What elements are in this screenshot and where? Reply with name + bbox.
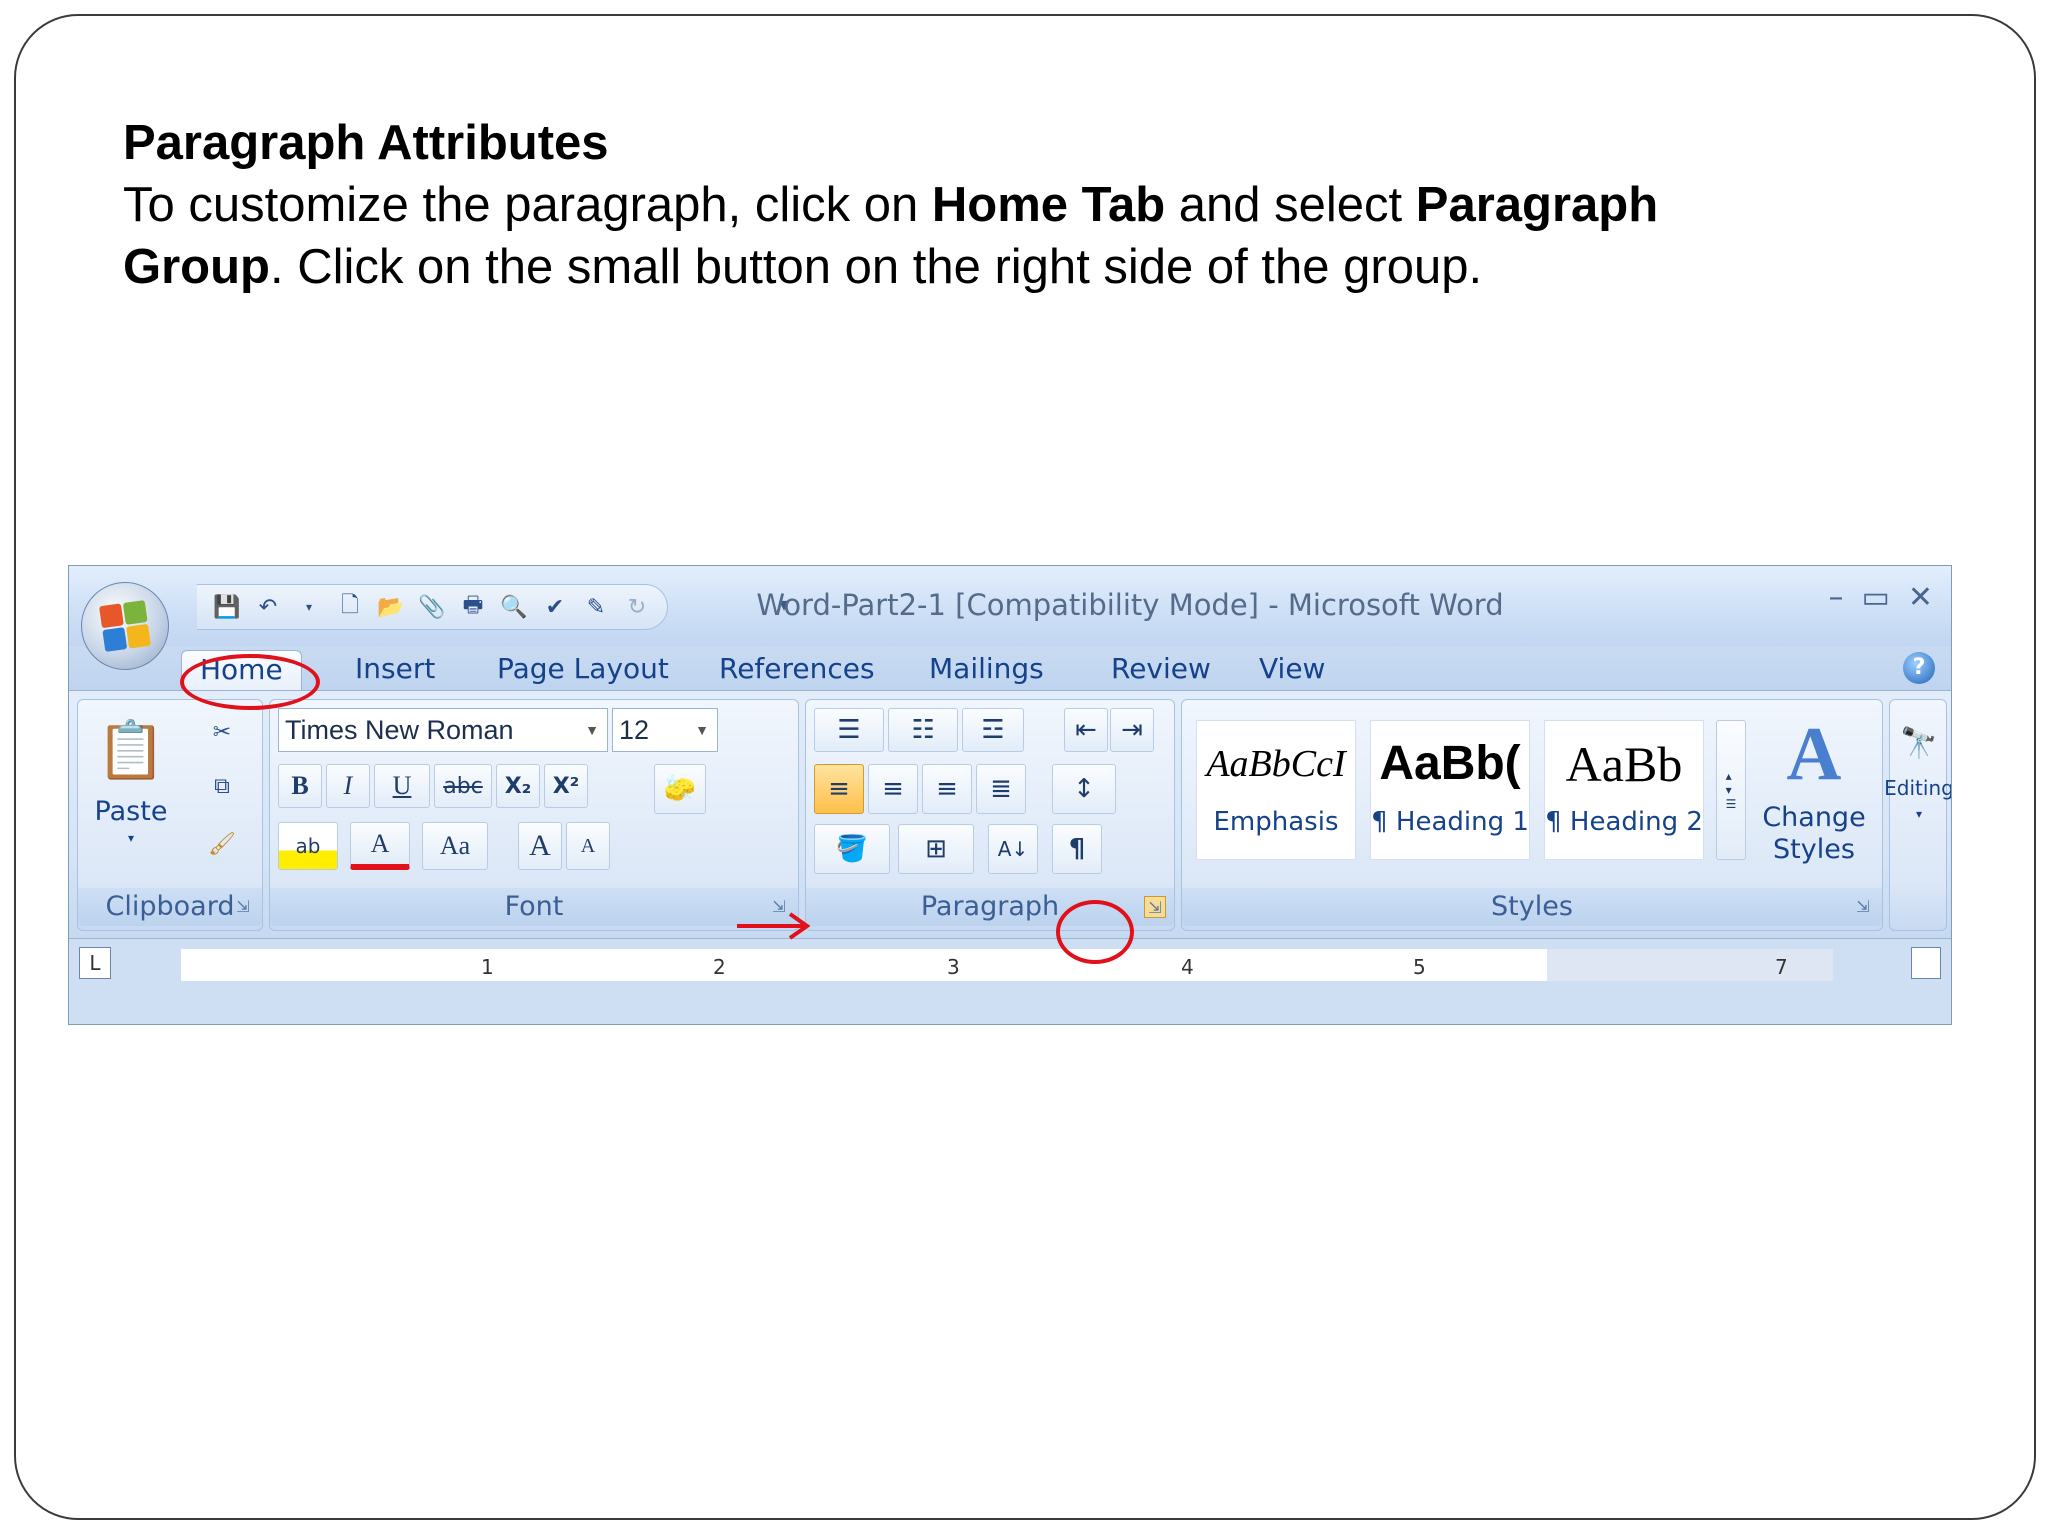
slide-heading: Paragraph Attributes	[123, 116, 609, 170]
font-group: Times New Roman ▼ 12 ▼ B I U abc X₂ X² 🧽 a…	[269, 699, 799, 931]
editing-group: 🔭 Editing ▾	[1884, 699, 1951, 931]
view-ruler-icon[interactable]	[1911, 947, 1941, 979]
strikethrough-button[interactable]: abc	[434, 764, 492, 808]
word-window-screenshot: 💾 ↶ ▾ 🗋 📂 📎 🖶 🔍 ✔ ✎ ↻ ▾ Word-Part2-1 [Co…	[68, 565, 1952, 1025]
instruction-line-1: To customize the paragraph, click on Hom…	[123, 178, 1659, 232]
launcher-highlight	[1056, 900, 1134, 964]
increase-indent-icon[interactable]: ⇥	[1110, 708, 1154, 752]
borders-icon[interactable]: ⊞	[898, 824, 974, 874]
instruction-line-2: Group. Click on the small button on the …	[123, 240, 1483, 294]
find-icon: 🔭	[1900, 726, 1938, 761]
clear-formatting-icon[interactable]: 🧽	[654, 764, 706, 814]
tab-insert[interactable]: Insert	[345, 652, 445, 685]
ribbon: 📋 Paste ▾ ✂ ⧉ 🖌 Clipboard ⇲ Times New Ro…	[69, 690, 1951, 938]
styles-dialog-launcher-icon[interactable]: ⇲	[1852, 896, 1874, 918]
paragraph-group: ☰ ☷ ☲ ⇤ ⇥ ≡ ≡ ≡ ≣ ↕ 🪣 ⊞ A↓ ¶ Paragraph ⇲	[805, 699, 1175, 931]
tab-page-layout[interactable]: Page Layout	[487, 652, 679, 685]
font-color-icon[interactable]: A	[350, 822, 410, 870]
tab-mailings[interactable]: Mailings	[919, 652, 1054, 685]
decrease-indent-icon[interactable]: ⇤	[1064, 708, 1108, 752]
shrink-font-button[interactable]: A	[566, 822, 610, 870]
change-case-button[interactable]: Aa	[422, 822, 488, 870]
superscript-button[interactable]: X²	[544, 764, 588, 808]
home-tab-highlight	[180, 654, 320, 710]
tab-view[interactable]: View	[1249, 652, 1335, 685]
align-right-icon[interactable]: ≡	[922, 764, 972, 814]
tab-review[interactable]: Review	[1101, 652, 1221, 685]
office-logo-icon	[99, 600, 151, 652]
chevron-down-icon: ▼	[585, 722, 599, 738]
close-icon[interactable]: ✕	[1908, 580, 1933, 615]
office-button[interactable]	[81, 582, 169, 670]
style-heading-1[interactable]: AaBb( ¶ Heading 1	[1370, 720, 1530, 860]
instruction-text: Paragraph Attributes To customize the pa…	[123, 112, 1923, 298]
ruler-margin: 7	[1547, 949, 1833, 981]
minimize-icon[interactable]: –	[1829, 580, 1844, 615]
show-formatting-marks-icon[interactable]: ¶	[1052, 824, 1102, 874]
shading-icon[interactable]: 🪣	[814, 824, 890, 874]
bold-button[interactable]: B	[278, 764, 322, 808]
paragraph-dialog-launcher-icon[interactable]: ⇲	[1144, 896, 1166, 918]
ruler-scale[interactable]: 1 2 3 4 5	[181, 949, 1651, 981]
justify-icon[interactable]: ≣	[976, 764, 1026, 814]
styles-group: AaBbCcI Emphasis AaBb( ¶ Heading 1 AaBb …	[1181, 699, 1883, 931]
editing-button[interactable]: 🔭 Editing ▾	[1884, 716, 1951, 824]
format-painter-icon[interactable]: 🖌	[206, 828, 238, 860]
tab-selector-icon[interactable]: L	[79, 947, 111, 979]
style-emphasis[interactable]: AaBbCcI Emphasis	[1196, 720, 1356, 860]
change-styles-button[interactable]: A Change Styles	[1754, 706, 1874, 866]
styles-scroll-icon[interactable]: ▴ ▾ ☰	[1716, 720, 1746, 860]
highlight-icon[interactable]: ab	[278, 822, 338, 870]
help-icon[interactable]: ?	[1903, 652, 1935, 684]
clipboard-dialog-launcher-icon[interactable]: ⇲	[232, 896, 254, 918]
multilevel-list-icon[interactable]: ☲	[962, 708, 1024, 752]
subscript-button[interactable]: X₂	[496, 764, 540, 808]
copy-icon[interactable]: ⧉	[206, 770, 238, 802]
title-bar: 💾 ↶ ▾ 🗋 📂 📎 🖶 🔍 ✔ ✎ ↻ ▾ Word-Part2-1 [Co…	[69, 566, 1951, 646]
grow-font-button[interactable]: A	[518, 822, 562, 870]
window-controls: – ▭ ✕	[1829, 580, 1934, 615]
ribbon-tabs: Home Insert Page Layout References Maili…	[69, 646, 1951, 690]
change-styles-icon: A	[1786, 712, 1842, 796]
style-heading-2[interactable]: AaBb ¶ Heading 2	[1544, 720, 1704, 860]
sort-icon[interactable]: A↓	[988, 824, 1038, 874]
font-size-combo[interactable]: 12 ▼	[612, 708, 718, 752]
maximize-icon[interactable]: ▭	[1862, 580, 1890, 615]
line-spacing-icon[interactable]: ↕	[1052, 764, 1116, 814]
bullets-icon[interactable]: ☰	[814, 708, 884, 752]
red-arrow-icon	[737, 912, 810, 940]
tab-references[interactable]: References	[709, 652, 885, 685]
font-name-combo[interactable]: Times New Roman ▼	[278, 708, 608, 752]
styles-group-label: Styles	[1182, 888, 1882, 926]
chevron-down-icon: ▼	[695, 722, 709, 738]
cut-icon[interactable]: ✂	[206, 716, 238, 748]
window-title: Word-Part2-1 [Compatibility Mode] - Micr…	[756, 588, 1504, 622]
italic-button[interactable]: I	[326, 764, 370, 808]
paste-icon: 📋	[96, 718, 166, 783]
clipboard-group: 📋 Paste ▾ ✂ ⧉ 🖌 Clipboard ⇲	[77, 699, 263, 931]
align-left-icon[interactable]: ≡	[814, 764, 864, 814]
numbering-icon[interactable]: ☷	[888, 708, 958, 752]
paste-button[interactable]: 📋 Paste ▾	[88, 706, 174, 848]
ruler: L 1 2 3 4 5 7	[69, 938, 1951, 1024]
underline-button[interactable]: U	[374, 764, 430, 808]
align-center-icon[interactable]: ≡	[868, 764, 918, 814]
font-group-label: Font	[270, 888, 798, 926]
